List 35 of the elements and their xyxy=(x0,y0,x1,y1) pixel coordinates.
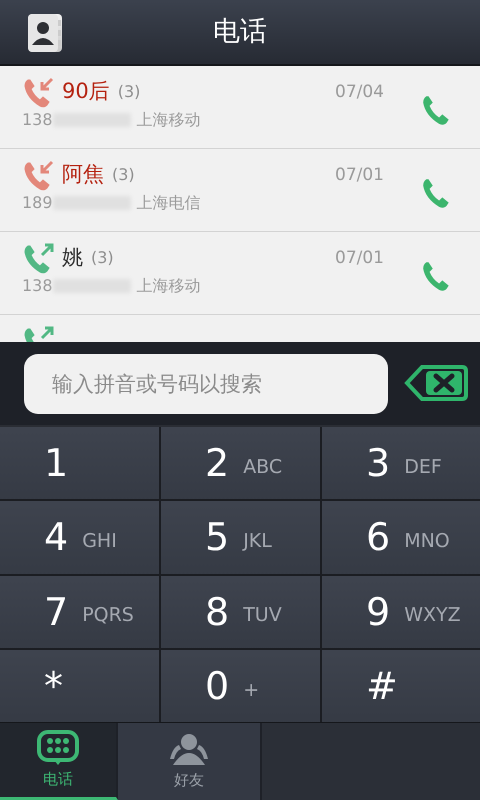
dial-key[interactable]: 5 JKL xyxy=(161,501,320,574)
phone-number: 138 xyxy=(22,109,53,131)
dial-key[interactable]: 0 + xyxy=(161,650,320,722)
call-count: (3) xyxy=(118,81,140,103)
call-date: 07/04 xyxy=(335,81,384,104)
carrier-label: 上海移动 xyxy=(136,275,201,297)
contact-name: 阿焦 xyxy=(62,162,104,188)
dial-key[interactable]: 2 ABC xyxy=(161,427,320,500)
screen-title: 电话 xyxy=(213,14,267,49)
call-date: 07/01 xyxy=(335,164,384,187)
phone-number: 189 xyxy=(22,192,53,214)
contact-name: 姚 xyxy=(62,245,83,271)
dial-key[interactable]: 1 xyxy=(0,427,159,500)
dial-key[interactable]: * xyxy=(0,650,159,722)
dial-key[interactable]: 4 GHI xyxy=(0,501,159,574)
carrier-label: 上海电信 xyxy=(136,192,201,214)
keypad-bubble-icon xyxy=(36,730,80,766)
people-icon xyxy=(167,731,211,768)
call-count: (3) xyxy=(91,247,114,269)
dial-key[interactable]: 6 MNO xyxy=(322,501,480,574)
contacts-book-icon[interactable] xyxy=(28,14,62,52)
phone-number: 138 xyxy=(22,275,53,297)
search-field[interactable]: 输入拼音或号码以搜索 xyxy=(24,354,388,414)
carrier-label: 上海移动 xyxy=(136,109,201,131)
tab[interactable]: 好友 xyxy=(118,723,262,800)
dial-key[interactable]: 8 TUV xyxy=(161,576,320,648)
tab[interactable]: 电话 xyxy=(0,723,118,800)
dial-key[interactable]: # xyxy=(322,650,480,722)
dial-key[interactable]: 9 WXYZ xyxy=(322,576,480,648)
contact-name: 90后 xyxy=(62,79,110,105)
call-count: (3) xyxy=(112,164,135,186)
dial-key[interactable]: 7 PQRS xyxy=(0,576,159,648)
dial-key[interactable]: 3 DEF xyxy=(322,427,480,500)
call-date: 07/01 xyxy=(335,247,384,270)
backspace-button[interactable] xyxy=(404,364,468,402)
